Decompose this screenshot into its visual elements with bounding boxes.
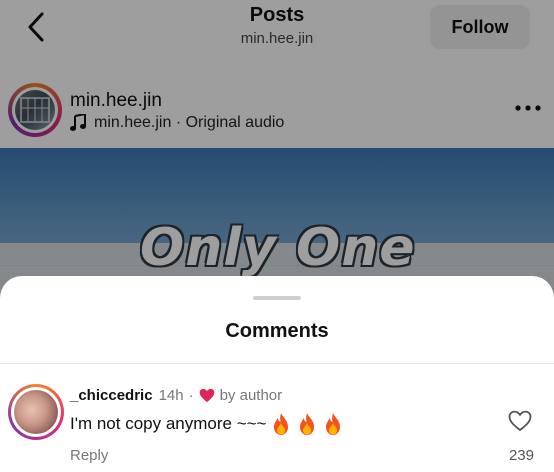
sheet-divider <box>0 363 554 364</box>
comment-text: I'm not copy anymore ~~~ <box>70 412 343 436</box>
comment-avatar[interactable] <box>11 387 61 437</box>
sheet-drag-handle[interactable] <box>253 296 301 300</box>
liked-by-author-label: by author <box>219 387 283 404</box>
fire-icon <box>325 413 340 435</box>
comment-text-content: I'm not copy anymore ~~~ <box>70 414 267 433</box>
sheet-title: Comments <box>225 320 329 342</box>
comment-meta: _chiccedric 14h · by author <box>70 387 282 404</box>
comment-time: 14h <box>158 387 184 404</box>
comment-meta-separator: · <box>188 387 194 404</box>
comment-like-button[interactable] <box>508 410 532 432</box>
fire-icon <box>299 413 314 435</box>
comment-like-count: 239 <box>508 447 534 464</box>
comments-sheet: Comments _chiccedric 14h · by author I'm… <box>0 276 554 472</box>
heart-filled-icon <box>199 388 214 403</box>
fire-icon <box>273 413 288 435</box>
comment-username[interactable]: _chiccedric <box>70 387 153 404</box>
fire-emojis <box>271 412 343 436</box>
reply-button[interactable]: Reply <box>70 447 108 464</box>
heart-outline-icon <box>508 410 532 432</box>
comment-avatar-image <box>14 390 58 434</box>
